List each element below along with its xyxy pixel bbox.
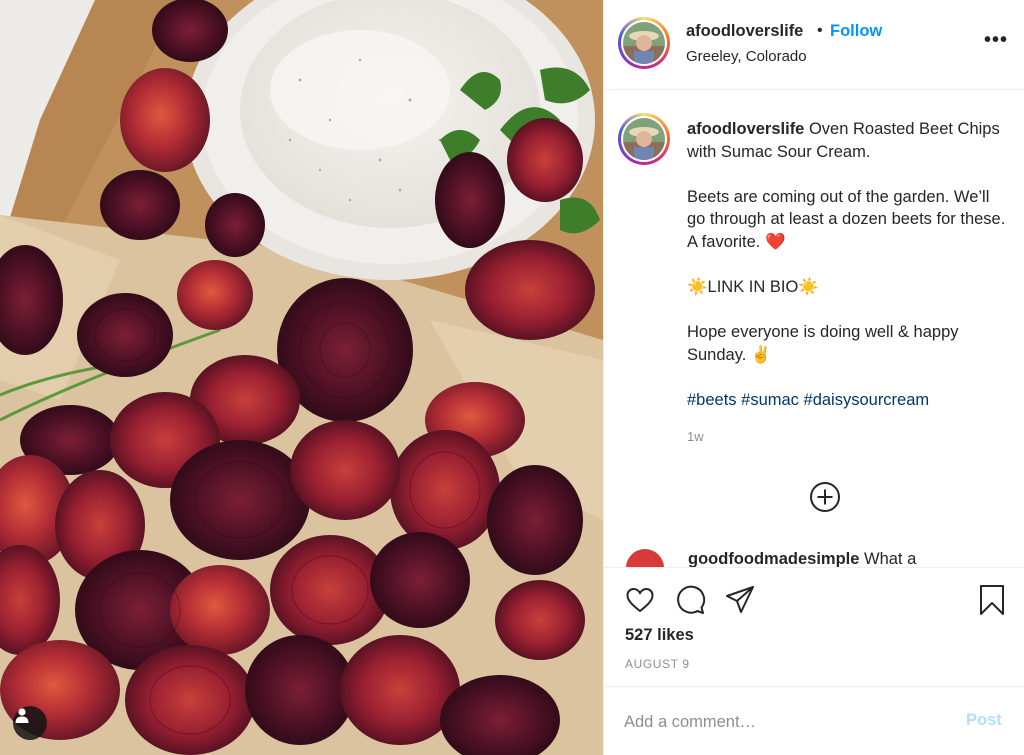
hashtag-link[interactable]: #daisysourcream (804, 391, 930, 409)
post-actions: 527 likes AUGUST 9 (604, 567, 1024, 686)
caption-line-2: Beets are coming out of the garden. We’l… (687, 187, 1006, 251)
more-options-icon[interactable]: ••• (984, 30, 1008, 50)
tagged-users-button[interactable] (13, 706, 47, 740)
caption-author-avatar[interactable] (618, 113, 670, 165)
comment-bubble-icon[interactable] (674, 584, 706, 616)
like-heart-icon[interactable] (624, 584, 656, 616)
load-more-comments-icon[interactable] (809, 481, 841, 513)
caption-username[interactable]: afoodloverslife (687, 120, 804, 138)
save-bookmark-icon[interactable] (976, 584, 1008, 616)
commenter-username[interactable]: goodfoodmadesimple (688, 550, 859, 567)
comment-input[interactable] (624, 707, 954, 737)
avatar-image (623, 118, 665, 160)
comments-section: afoodloverslife Oven Roasted Beet Chips … (604, 91, 1024, 567)
post-header: afoodloverslife • Follow Greeley, Colora… (604, 0, 1024, 90)
comment-text: What a (859, 550, 917, 567)
share-paper-plane-icon[interactable] (724, 584, 756, 616)
separator-dot: • (817, 22, 823, 39)
avatar-image (623, 22, 665, 64)
follow-button[interactable]: Follow (830, 22, 882, 41)
commenter-avatar[interactable] (626, 549, 664, 567)
post-date[interactable]: AUGUST 9 (625, 657, 690, 671)
hashtag-link[interactable]: #beets (687, 391, 737, 409)
author-username[interactable]: afoodloverslife (686, 22, 803, 41)
hashtag-link[interactable]: #sumac (741, 391, 799, 409)
likes-count[interactable]: 527 likes (625, 626, 694, 645)
caption-line-4: Hope everyone is doing well & happy Sund… (687, 323, 959, 364)
comment-item: goodfoodmadesimple What a (626, 547, 1006, 567)
author-avatar[interactable] (618, 17, 670, 69)
post-location[interactable]: Greeley, Colorado (686, 48, 807, 65)
hashtags: #beets #sumac #daisysourcream (687, 389, 1007, 412)
post-comment-button[interactable]: Post (966, 711, 1002, 730)
beet-chips-photo (0, 0, 603, 755)
caption-line-3: ☀️LINK IN BIO☀️ (687, 278, 819, 297)
user-icon (15, 708, 29, 723)
post-photo[interactable] (0, 0, 603, 755)
post-age[interactable]: 1w (687, 426, 1007, 449)
post-caption: afoodloverslife Oven Roasted Beet Chips … (687, 118, 1007, 448)
post-side-panel: afoodloverslife • Follow Greeley, Colora… (603, 0, 1024, 755)
add-comment-bar: Post (604, 686, 1024, 755)
